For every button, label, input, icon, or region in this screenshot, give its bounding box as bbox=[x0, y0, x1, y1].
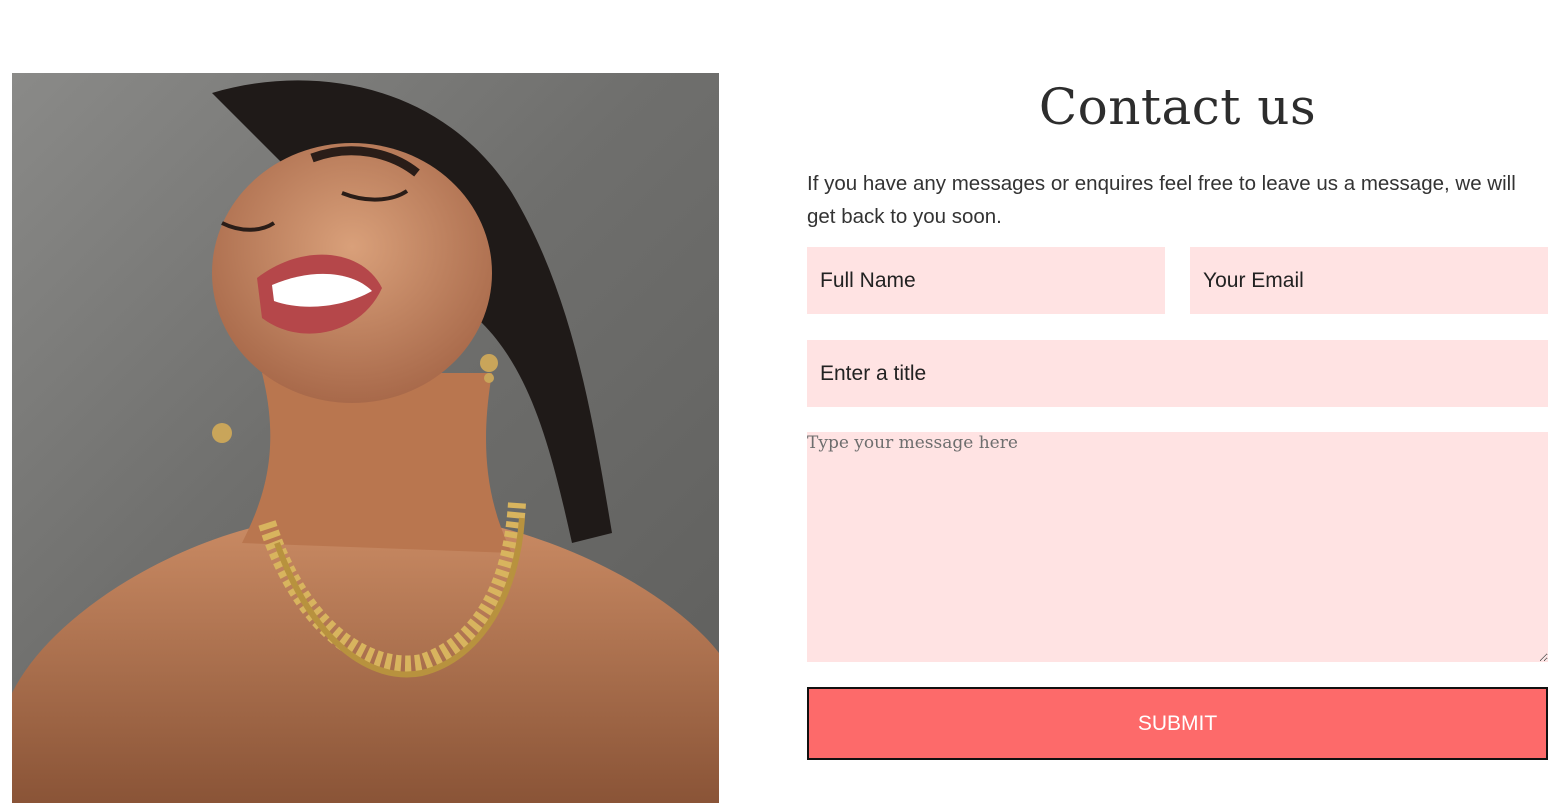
title-input[interactable] bbox=[807, 340, 1548, 407]
message-textarea[interactable] bbox=[807, 432, 1548, 662]
contact-intro-text: If you have any messages or enquires fee… bbox=[807, 172, 1516, 228]
hero-photo bbox=[12, 73, 719, 803]
contact-title: Contact us bbox=[1038, 78, 1317, 136]
submit-button[interactable]: SUBMIT bbox=[807, 687, 1548, 760]
portrait-illustration bbox=[12, 80, 719, 803]
full-name-input[interactable] bbox=[807, 247, 1165, 314]
contact-section: Contact us If you have any messages or e… bbox=[807, 0, 1548, 803]
email-input[interactable] bbox=[1190, 247, 1548, 314]
